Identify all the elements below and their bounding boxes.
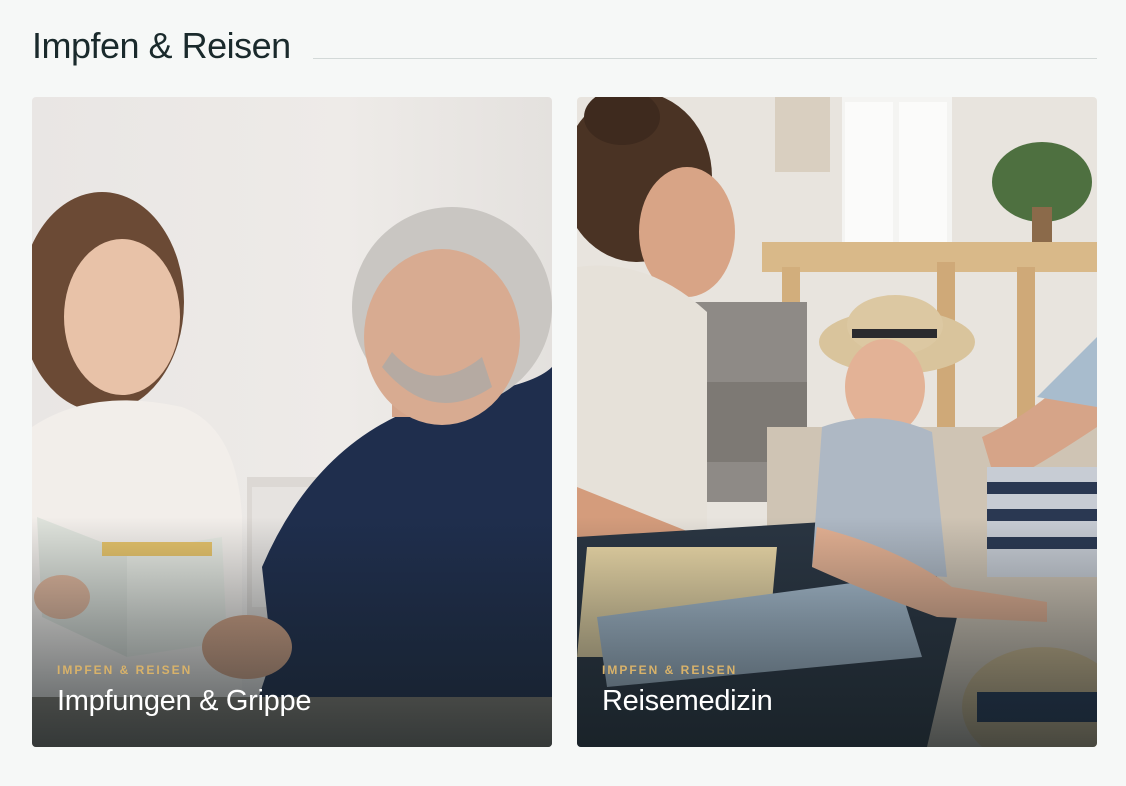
card-title[interactable]: Reisemedizin	[602, 685, 773, 718]
section-divider	[312, 57, 1097, 59]
card-category-label: IMPFEN & REISEN	[57, 663, 193, 677]
card-impfungen-grippe[interactable]: IMPFEN & REISEN Impfungen & Grippe	[32, 97, 552, 747]
section-header: Impfen & Reisen	[32, 24, 1097, 68]
section-title: Impfen & Reisen	[32, 25, 291, 66]
card-title[interactable]: Impfungen & Grippe	[57, 685, 311, 718]
card-category-label: IMPFEN & REISEN	[602, 663, 738, 677]
card-reisemedizin[interactable]: IMPFEN & REISEN Reisemedizin	[577, 97, 1097, 747]
